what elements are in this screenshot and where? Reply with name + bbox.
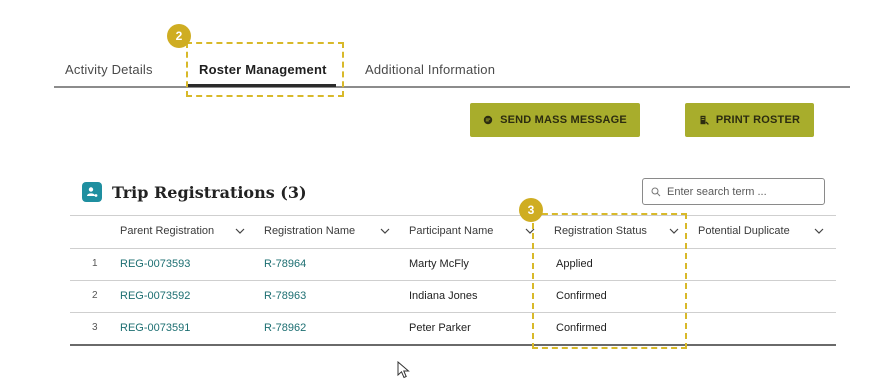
print-icon	[700, 115, 709, 125]
tab-bar: Activity Details Roster Management Addit…	[54, 52, 850, 88]
send-mass-message-button[interactable]: SEND MASS MESSAGE	[470, 103, 640, 137]
tab-highlight-box	[186, 42, 344, 97]
participant-name: Indiana Jones	[409, 290, 478, 302]
registration-name-link[interactable]: R-78962	[264, 322, 306, 334]
tab-additional-information[interactable]: Additional Information	[365, 62, 495, 77]
section-title: Trip Registrations (3)	[112, 182, 307, 202]
print-roster-label: PRINT ROSTER	[715, 114, 801, 126]
registration-name-link[interactable]: R-78963	[264, 290, 306, 302]
table-row: 2 REG-0073592 R-78963 Indiana Jones Conf…	[70, 280, 836, 312]
participant-name: Marty McFly	[409, 258, 469, 270]
row-number: 2	[92, 290, 98, 301]
parent-registration-link[interactable]: REG-0073592	[120, 290, 190, 302]
registrations-table: Parent Registration Registration Name Pa…	[70, 215, 836, 346]
registration-name-link[interactable]: R-78964	[264, 258, 306, 270]
send-mass-message-label: SEND MASS MESSAGE	[500, 114, 627, 126]
parent-registration-link[interactable]: REG-0073593	[120, 258, 190, 270]
column-header-parent-registration[interactable]: Parent Registration	[120, 225, 214, 237]
column-header-participant-name[interactable]: Participant Name	[409, 225, 493, 237]
column-header-potential-duplicate[interactable]: Potential Duplicate	[698, 225, 790, 237]
section-header: Trip Registrations (3)	[82, 180, 307, 204]
search-input[interactable]	[667, 185, 817, 198]
parent-registration-link[interactable]: REG-0073591	[120, 322, 190, 334]
status-column-highlight-box	[532, 213, 687, 349]
callout-badge-status: 3	[519, 198, 543, 222]
mouse-cursor-icon	[397, 361, 410, 379]
row-number: 3	[92, 322, 98, 333]
callout-badge-tab: 2	[167, 24, 191, 48]
message-icon	[483, 115, 493, 125]
search-icon	[651, 187, 661, 196]
registrations-icon	[82, 182, 102, 202]
chevron-down-icon[interactable]	[814, 227, 824, 235]
chevron-down-icon[interactable]	[380, 227, 390, 235]
column-header-registration-name[interactable]: Registration Name	[264, 225, 355, 237]
participant-name: Peter Parker	[409, 322, 471, 334]
print-roster-button[interactable]: PRINT ROSTER	[685, 103, 814, 137]
search-box[interactable]	[642, 178, 825, 205]
table-row: 3 REG-0073591 R-78962 Peter Parker Confi…	[70, 312, 836, 346]
tab-bar-divider	[54, 86, 850, 88]
row-number: 1	[92, 258, 98, 269]
table-row: 1 REG-0073593 R-78964 Marty McFly Applie…	[70, 248, 836, 280]
chevron-down-icon[interactable]	[235, 227, 245, 235]
table-header: Parent Registration Registration Name Pa…	[70, 215, 836, 248]
tab-activity-details[interactable]: Activity Details	[65, 62, 153, 77]
